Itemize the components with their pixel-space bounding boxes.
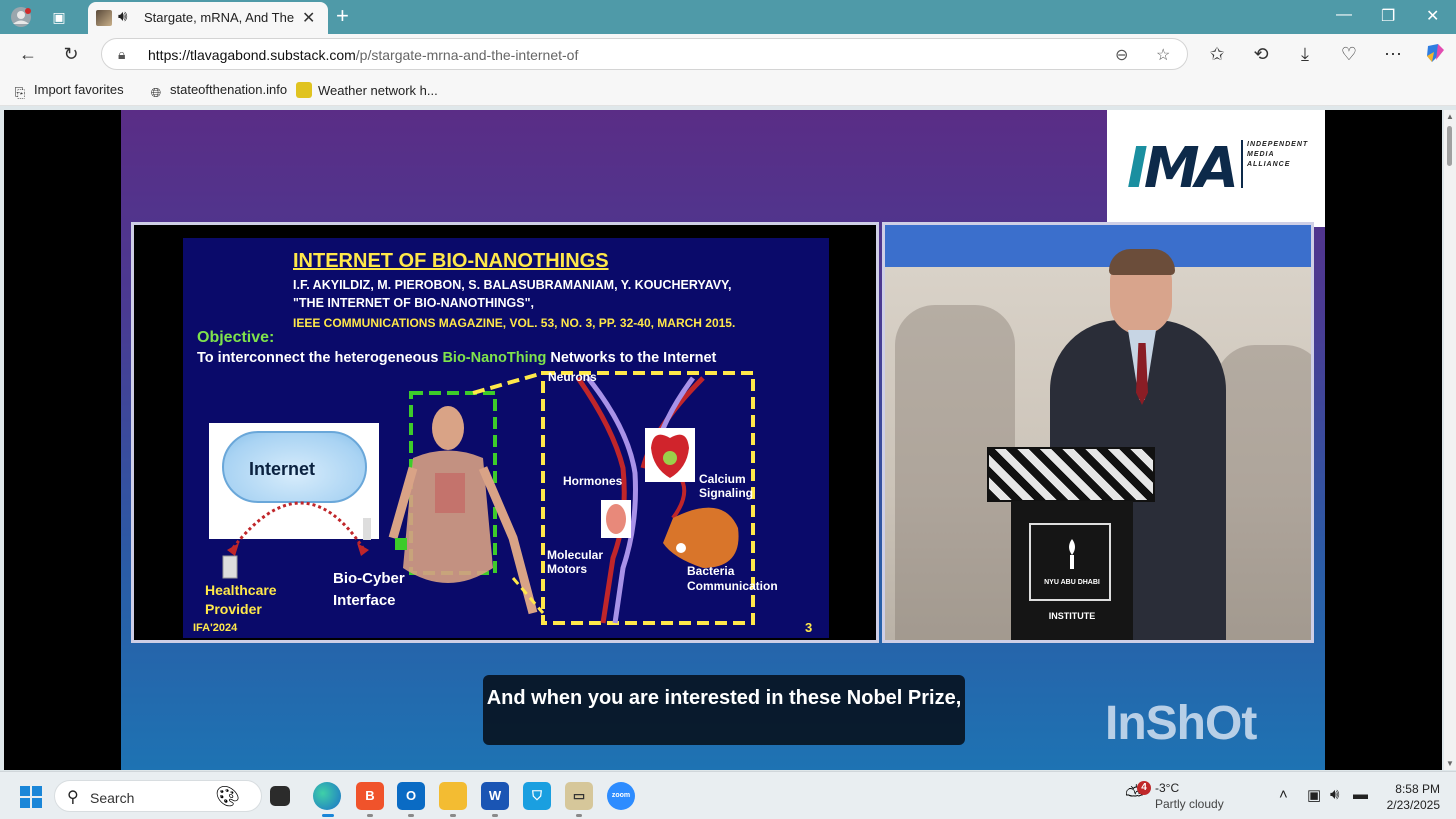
globe-icon: 🌐︎: [150, 85, 162, 100]
tab-title: Stargate, mRNA, And The Int: [144, 10, 294, 25]
ima-logo: IMA INDEPENDENT MEDIA ALLIANCE: [1107, 110, 1325, 227]
display-icon[interactable]: ▣: [1307, 786, 1321, 804]
weather-temperature[interactable]: -3°C: [1155, 781, 1179, 795]
subtitle-caption: And when you are interested in these Nob…: [483, 675, 965, 745]
tab-close-icon[interactable]: ✕: [302, 8, 315, 28]
word-icon[interactable]: W: [481, 782, 509, 810]
bacteria-communication-label: Bacteria Communication: [687, 564, 778, 593]
presentation-slide: INTERNET OF BIO-NANOTHINGS I.F. AKYILDIZ…: [183, 238, 829, 638]
history-icon[interactable]: ⟲: [1249, 42, 1273, 66]
ima-logo-text: INDEPENDENT MEDIA ALLIANCE: [1247, 141, 1309, 168]
active-tab[interactable]: 🔊︎ Stargate, mRNA, And The Int ✕: [88, 2, 328, 34]
slide-page-number: 3: [805, 620, 813, 635]
weather-condition[interactable]: Partly cloudy: [1155, 797, 1224, 811]
browser-essentials-icon[interactable]: ♡: [1337, 42, 1361, 66]
video-player[interactable]: IMA INDEPENDENT MEDIA ALLIANCE INTERNET …: [4, 110, 1442, 770]
neurons-label: Neurons: [548, 370, 597, 384]
podium: NYU ABU DHABI INSTITUTE: [1011, 501, 1133, 640]
app-shield-icon[interactable]: ⛉: [523, 782, 551, 810]
app-drive-indicator: [576, 814, 582, 817]
caption-text: And when you are interested in these Nob…: [486, 687, 962, 709]
clock-date: 2/23/2025: [1386, 798, 1440, 812]
torch-icon: [1069, 539, 1075, 569]
restore-icon[interactable]: ❐: [1381, 6, 1395, 26]
favorites-icon[interactable]: ✩: [1205, 42, 1229, 66]
favorite-stateofthenation[interactable]: 🌐︎ stateofthenation.info: [148, 82, 287, 101]
favorite-weather[interactable]: Weather network h...: [296, 82, 438, 98]
brave-indicator: [367, 814, 373, 817]
speaker-hair: [1109, 249, 1175, 275]
brave-icon[interactable]: B: [356, 782, 384, 810]
tab-favicon: [96, 10, 112, 26]
new-tab-icon[interactable]: +: [336, 3, 349, 29]
podium-top: [987, 447, 1155, 502]
app-drive-icon[interactable]: ▭: [565, 782, 593, 810]
clock[interactable]: 8:58 PM 2/23/2025: [1378, 781, 1440, 813]
taskbar-search[interactable]: ⚲ Search 🎨︎: [54, 780, 262, 812]
outlook-icon[interactable]: O: [397, 782, 425, 810]
healthcare-provider-label: Healthcare Provider: [205, 582, 277, 617]
page-scrollbar[interactable]: ▲ ▼: [1444, 110, 1456, 770]
battery-icon[interactable]: ▬: [1353, 786, 1368, 803]
logo-divider: [1241, 140, 1243, 188]
clock-time: 8:58 PM: [1395, 782, 1440, 796]
speaker-video: NYU ABU DHABI INSTITUTE: [882, 222, 1314, 643]
slide-footer: IFA'2024: [193, 622, 238, 634]
video-frame[interactable]: IMA INDEPENDENT MEDIA ALLIANCE INTERNET …: [121, 110, 1325, 770]
word-indicator: [492, 814, 498, 817]
bio-cyber-interface-label: Bio-Cyber Interface: [333, 570, 405, 609]
presentation-slide-frame: INTERNET OF BIO-NANOTHINGS I.F. AKYILDIZ…: [131, 222, 879, 643]
weather-badge: 4: [1137, 781, 1151, 795]
reading-mode-icon[interactable]: ⊖: [1115, 45, 1128, 65]
favorite-import[interactable]: ⎘ Import favorites: [12, 82, 124, 101]
edge-active-indicator: [322, 814, 334, 817]
profile-avatar-icon[interactable]: [10, 6, 32, 28]
file-explorer-indicator: [450, 814, 456, 817]
molecular-motors-label: Molecular Motors: [547, 548, 604, 576]
search-icon: ⚲: [67, 789, 79, 806]
scroll-thumb[interactable]: [1447, 126, 1452, 166]
favorite-star-icon[interactable]: ☆: [1156, 45, 1170, 65]
podium-text: NYU ABU DHABI: [1044, 579, 1100, 586]
task-view-icon[interactable]: [270, 786, 290, 806]
search-highlight-icon[interactable]: 🎨︎: [215, 784, 240, 809]
url-text[interactable]: https://tlavagabond.substack.com/p/starg…: [148, 47, 578, 63]
nyu-badge: NYU ABU DHABI: [1029, 523, 1111, 601]
title-bar: ▣ 🔊︎ Stargate, mRNA, And The Int ✕ + — ❐…: [0, 0, 1456, 34]
tab-audio-icon[interactable]: 🔊︎: [118, 8, 127, 25]
browser-toolbar: ← ↻ 🔒︎ https://tlavagabond.substack.com/…: [0, 34, 1456, 74]
outlook-indicator: [408, 814, 414, 817]
file-explorer-icon[interactable]: [439, 782, 467, 810]
back-icon[interactable]: ←: [16, 42, 40, 66]
zoom-icon[interactable]: zoom: [607, 782, 635, 810]
workspaces-icon[interactable]: ▣: [48, 6, 70, 28]
more-options-icon[interactable]: ⋯: [1381, 42, 1405, 66]
projection-screen: [885, 225, 1311, 267]
hormones-label: Hormones: [563, 474, 623, 488]
close-window-icon[interactable]: ✕: [1426, 6, 1439, 26]
inshot-watermark: InShOt: [1105, 697, 1257, 750]
volume-icon[interactable]: 🔊︎: [1330, 786, 1339, 803]
wall-shadow: [1215, 345, 1311, 640]
calcium-signaling-label: Calcium Signaling: [699, 472, 753, 500]
favorites-bar: ⎘ Import favorites 🌐︎ stateofthenation.inf…: [0, 74, 1456, 106]
copilot-icon[interactable]: [1423, 42, 1447, 66]
windows-start-icon[interactable]: [20, 786, 42, 808]
minimize-icon[interactable]: —: [1336, 6, 1352, 24]
weather-icon: [296, 82, 312, 98]
folder-import-icon: ⎘: [14, 85, 26, 100]
refresh-icon[interactable]: ↻: [59, 42, 83, 66]
address-bar[interactable]: 🔒︎ https://tlavagabond.substack.com/p/st…: [101, 38, 1188, 70]
download-icon[interactable]: ⤓: [1293, 42, 1317, 66]
show-hidden-icons-icon[interactable]: ˄: [1279, 786, 1288, 803]
lock-icon[interactable]: 🔒︎: [118, 46, 125, 63]
taskbar: ⚲ Search 🎨︎ B O W ⛉ ▭ zoom ⛅︎ 4 -3°C Par…: [0, 771, 1456, 819]
scroll-up-icon[interactable]: ▲: [1446, 112, 1454, 121]
search-label: Search: [90, 790, 135, 806]
scroll-down-icon[interactable]: ▼: [1446, 759, 1454, 768]
podium-institute-label: INSTITUTE: [1048, 611, 1096, 621]
edge-icon[interactable]: [313, 782, 341, 810]
ima-logo-letters: IMA: [1127, 136, 1239, 201]
